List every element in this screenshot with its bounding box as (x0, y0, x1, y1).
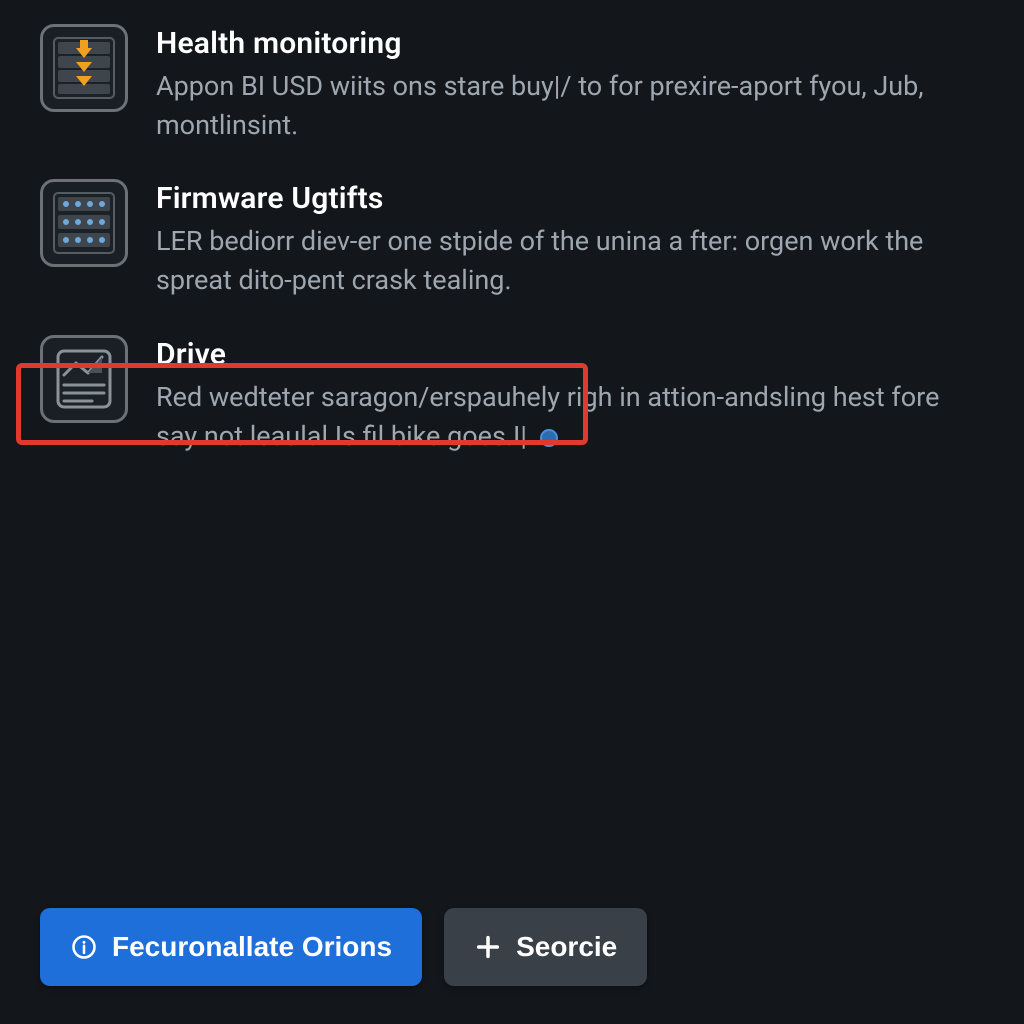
list-item[interactable]: Drive Red wedteter saragon/erspauhely ri… (40, 335, 984, 456)
list-item[interactable]: Health monitoring Appon BI USD wiits ons… (40, 24, 984, 145)
fecuronallate-orions-button[interactable]: Fecuronallate Orions (40, 908, 422, 986)
button-label: Fecuronallate Orions (112, 931, 392, 963)
document-chart-icon (40, 335, 128, 423)
rack-grid-icon (40, 179, 128, 267)
list-item[interactable]: Firmware Ugtifts LER bediorr diev-er one… (40, 179, 984, 300)
button-label: Seorcie (516, 931, 617, 963)
item-description: Appon BI USD wiits ons stare buy|/ to fo… (156, 67, 984, 145)
rack-arrows-icon (40, 24, 128, 112)
item-description: LER bediorr diev-er one stpide of the un… (156, 222, 984, 300)
status-dot-icon (540, 429, 558, 447)
item-title: Firmware Ugtifts (156, 181, 984, 216)
plus-icon (474, 933, 502, 961)
item-description: Red wedteter saragon/erspauhely righ in … (156, 378, 984, 456)
item-title: Health monitoring (156, 26, 984, 61)
item-title: Drive (156, 337, 984, 372)
info-circle-icon (70, 933, 98, 961)
seorcie-button[interactable]: Seorcie (444, 908, 647, 986)
